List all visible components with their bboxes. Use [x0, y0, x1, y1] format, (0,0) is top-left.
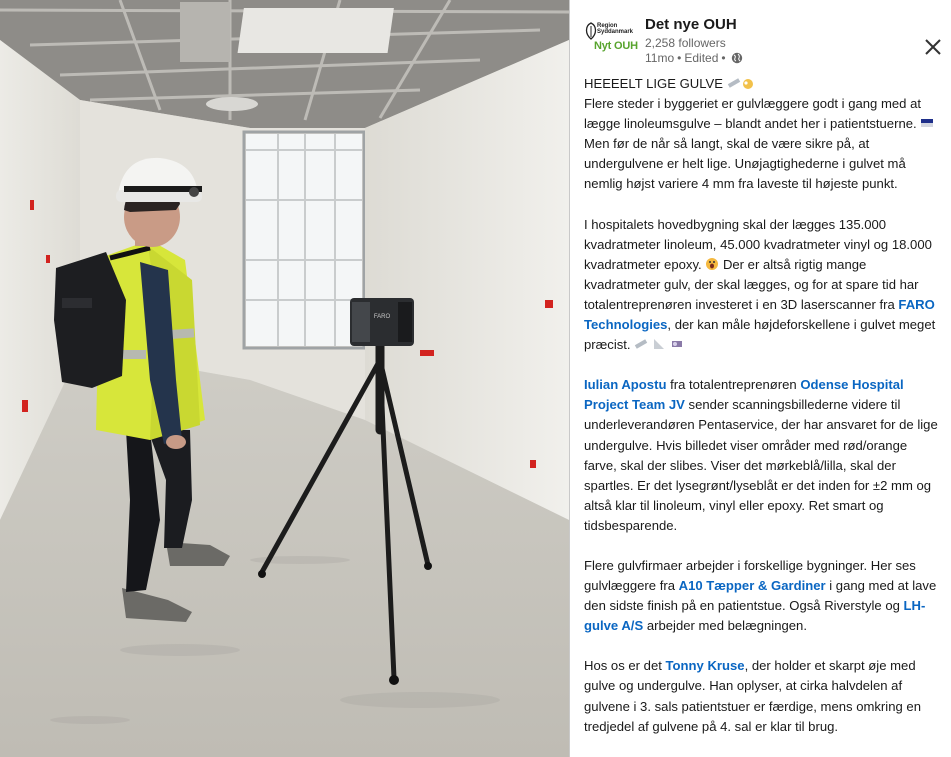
org-logo[interactable]: Region Syddanmark Nyt OUH — [584, 22, 638, 58]
surprised-face-icon — [706, 257, 719, 270]
edited-label: Edited — [684, 51, 719, 65]
scanner-label: FARO — [374, 314, 391, 320]
post-text: arbejder med belægningen. — [643, 618, 807, 634]
post-age: 11mo — [645, 51, 675, 65]
logo-brand-text: Nyt OUH — [594, 40, 638, 52]
post-paragraph: I hospitalets hovedbygning skal der lægg… — [584, 215, 942, 356]
post-detail-panel: Region Syddanmark Nyt OUH Det nye OUH 2,… — [570, 0, 951, 757]
globe-icon — [731, 52, 742, 64]
triangle-ruler-icon — [653, 339, 664, 350]
leaf-logo-icon — [585, 22, 597, 40]
ruler-icon — [635, 339, 648, 349]
post-header: Region Syddanmark Nyt OUH Det nye OUH 2,… — [584, 14, 944, 68]
close-icon[interactable] — [922, 36, 944, 58]
post-photo[interactable]: FARO — [0, 0, 569, 757]
post-paragraph: HEEEELT LIGE GULVE Flere steder i bygger… — [584, 74, 942, 195]
mention-iulian-apostu[interactable]: Iulian Apostu — [584, 377, 666, 392]
post-text: Flere steder i byggeriet er gulvlæggere … — [584, 96, 921, 132]
post-paragraph: Iulian Apostu fra totalentreprenøren Ode… — [584, 375, 942, 536]
post-meta: 11mo • Edited • — [645, 51, 743, 65]
post-paragraph: Hos os er det Tonny Kruse, der holder et… — [584, 656, 942, 736]
post-headline: HEEEELT LIGE GULVE — [584, 76, 723, 91]
ruler-icon — [727, 78, 740, 88]
org-name[interactable]: Det nye OUH — [645, 16, 737, 33]
post-body: HEEEELT LIGE GULVE Flere steder i bygger… — [584, 74, 942, 737]
meta-separator: • — [677, 51, 682, 65]
photo-scene: FARO — [0, 0, 569, 757]
post-text: Men før de når så langt, skal de være si… — [584, 136, 906, 192]
logo-region-text: Region Syddanmark — [597, 23, 634, 35]
mention-a10-taepper-gardiner[interactable]: A10 Tæpper & Gardiner — [679, 578, 826, 593]
post-paragraph: Flere gulvfirmaer arbejder i forskellige… — [584, 556, 942, 636]
follower-count: 2,258 followers — [645, 36, 726, 50]
post-text: Hos os er det — [584, 658, 666, 674]
flag-icon — [921, 119, 934, 128]
projector-icon — [671, 341, 682, 348]
post-text: sender scanningsbillederne videre til un… — [584, 397, 938, 533]
mention-tonny-kruse[interactable]: Tonny Kruse — [666, 658, 745, 673]
ok-hand-icon — [742, 79, 753, 89]
post-text: fra totalentreprenøren — [666, 377, 801, 393]
meta-separator: • — [721, 51, 726, 65]
